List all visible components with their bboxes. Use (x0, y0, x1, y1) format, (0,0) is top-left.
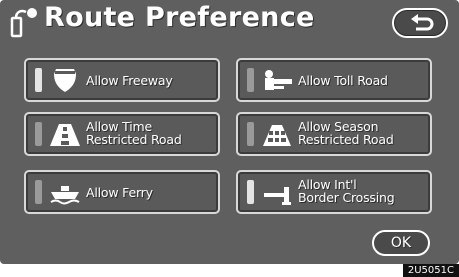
status-indicator (35, 122, 42, 146)
allow-ferry-button[interactable]: Allow Ferry (24, 170, 220, 214)
route-preference-screen: Route Preference Allow Freeway Allow Tol… (0, 0, 459, 264)
status-indicator (247, 68, 254, 92)
image-code: 2U5051C (402, 264, 459, 277)
option-label: Allow Season Restricted Road (298, 119, 394, 147)
option-label: Allow Int'l Border Crossing (298, 177, 395, 205)
time-restricted-road-icon (50, 124, 80, 146)
option-label: Allow Ferry (86, 185, 153, 200)
page-title: Route Preference (44, 2, 315, 33)
status-indicator (35, 180, 42, 204)
allow-season-restricted-road-button[interactable]: Allow Season Restricted Road (236, 112, 432, 156)
return-arrow-icon (411, 14, 434, 31)
status-indicator (247, 122, 254, 146)
freeway-shield-icon (54, 69, 76, 92)
status-indicator (247, 180, 254, 204)
allow-toll-road-button[interactable]: Allow Toll Road (236, 58, 432, 102)
season-restricted-road-icon (263, 125, 291, 146)
option-label: Allow Time Restricted Road (86, 119, 182, 147)
toll-booth-icon (265, 70, 292, 90)
ok-button[interactable]: OK (372, 230, 430, 256)
allow-freeway-button[interactable]: Allow Freeway (24, 58, 220, 102)
option-label: Allow Freeway (86, 73, 173, 88)
option-label: Allow Toll Road (298, 73, 388, 88)
status-indicator (35, 68, 42, 92)
allow-border-crossing-button[interactable]: Allow Int'l Border Crossing (236, 170, 432, 214)
back-button[interactable] (392, 8, 448, 38)
ferry-icon (50, 186, 80, 205)
border-crossing-icon (264, 187, 291, 205)
allow-time-restricted-road-button[interactable]: Allow Time Restricted Road (24, 112, 220, 156)
route-settings-icon (10, 8, 37, 38)
